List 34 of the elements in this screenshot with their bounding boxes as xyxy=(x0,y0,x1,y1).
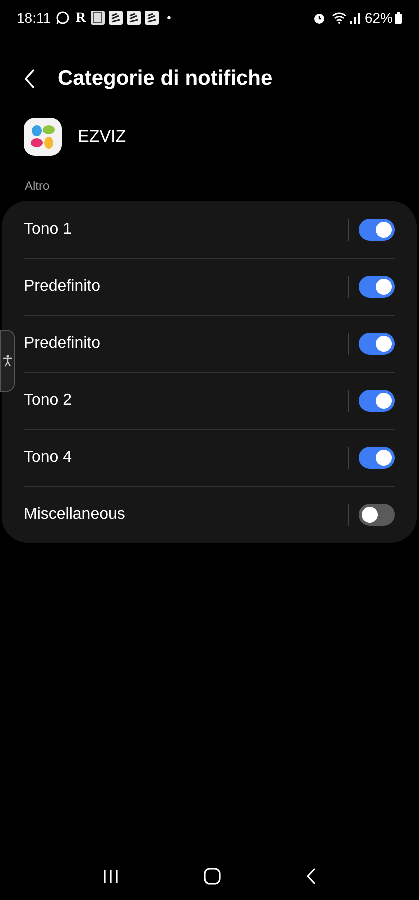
toggle-switch[interactable] xyxy=(359,333,395,355)
status-letter-icon: R xyxy=(76,8,86,28)
page-title: Categorie di notifiche xyxy=(58,66,273,92)
app-notification-icon xyxy=(145,11,160,25)
battery-icon xyxy=(395,12,402,24)
category-label: Miscellaneous xyxy=(24,505,126,525)
app-notification-icon xyxy=(127,11,142,25)
app-name: EZVIZ xyxy=(78,126,126,148)
recent-apps-icon[interactable] xyxy=(102,868,119,884)
wifi-icon xyxy=(332,12,347,24)
category-label: Tono 2 xyxy=(24,391,74,411)
category-label: Tono 4 xyxy=(24,448,74,468)
accessibility-tab[interactable] xyxy=(0,330,15,392)
category-label: Tono 1 xyxy=(24,220,74,240)
category-label: Predefinito xyxy=(24,277,102,297)
status-time: 18:11 xyxy=(17,8,51,28)
toggle-switch[interactable] xyxy=(359,276,395,298)
toggle-switch[interactable] xyxy=(359,390,395,412)
back-icon[interactable] xyxy=(306,868,316,884)
status-dot: • xyxy=(167,10,172,27)
accessibility-icon xyxy=(2,355,12,367)
section-header: Altro xyxy=(24,178,51,195)
battery-percentage: 62% xyxy=(364,8,393,28)
signal-icon xyxy=(350,12,360,24)
home-icon[interactable] xyxy=(204,868,221,884)
app-notification-icon xyxy=(91,11,106,25)
alarm-icon xyxy=(312,12,326,24)
toggle-switch[interactable] xyxy=(359,447,395,469)
app-icon xyxy=(24,118,62,156)
app-notification-icon xyxy=(109,11,124,25)
toggle-switch[interactable] xyxy=(359,218,395,240)
toggle-switch[interactable] xyxy=(359,504,395,526)
category-label: Predefinito xyxy=(24,334,102,354)
chat-bubble-icon xyxy=(56,11,70,25)
